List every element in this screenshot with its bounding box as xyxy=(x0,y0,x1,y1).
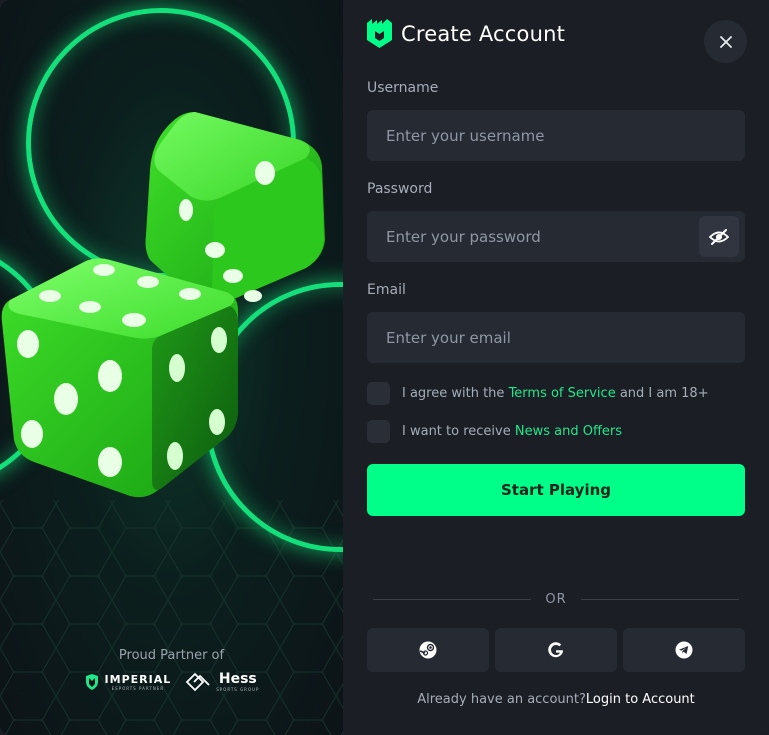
hess-tagline: SPORTS GROUP xyxy=(216,687,260,692)
castle-logo-icon xyxy=(367,19,392,48)
imperial-shield-icon xyxy=(85,674,98,690)
partner-logos: IMPERIAL ESPORTS PARTNER Hess SPORTS GRO… xyxy=(0,671,343,693)
back-die xyxy=(145,112,325,306)
partner-label: Proud Partner of xyxy=(118,648,225,663)
password-field-wrap xyxy=(367,211,745,262)
partner-section: Proud Partner of IMPERIAL ESPORTS PARTNE… xyxy=(0,648,343,693)
close-icon xyxy=(719,35,732,48)
steam-icon xyxy=(419,641,437,659)
google-login-button[interactable] xyxy=(495,628,617,672)
terms-of-service-link[interactable]: Terms of Service xyxy=(509,386,616,401)
steam-login-button[interactable] xyxy=(367,628,489,672)
password-label: Password xyxy=(367,181,433,197)
login-prompt: Already have an account? xyxy=(417,692,586,707)
toggle-password-visibility-button[interactable] xyxy=(699,216,739,257)
imperial-name: IMPERIAL xyxy=(104,672,172,686)
news-prefix: I want to receive xyxy=(402,424,511,439)
email-field-wrap xyxy=(367,312,745,363)
username-label: Username xyxy=(367,80,439,96)
start-playing-button[interactable]: Start Playing xyxy=(367,464,745,516)
create-account-modal: Proud Partner of IMPERIAL ESPORTS PARTNE… xyxy=(0,0,769,735)
imperial-tagline: ESPORTS PARTNER xyxy=(111,685,165,691)
signup-form: Create Account Username Password Email xyxy=(343,0,769,735)
hess-mark-icon xyxy=(185,672,210,692)
front-die xyxy=(1,258,238,498)
hess-logo: Hess SPORTS GROUP xyxy=(185,671,259,693)
close-button[interactable] xyxy=(704,20,747,63)
news-and-offers-link[interactable]: News and Offers xyxy=(515,424,622,439)
google-icon xyxy=(548,642,564,658)
telegram-icon xyxy=(675,641,693,659)
email-input[interactable] xyxy=(367,312,745,363)
username-input[interactable] xyxy=(367,110,745,161)
terms-text: I agree with the Terms of Service and I … xyxy=(402,386,709,401)
or-divider: OR xyxy=(373,590,740,608)
form-title: Create Account xyxy=(401,21,566,46)
hero-panel: Proud Partner of IMPERIAL ESPORTS PARTNE… xyxy=(0,0,343,735)
telegram-login-button[interactable] xyxy=(623,628,745,672)
login-to-account-link[interactable]: Login to Account xyxy=(586,692,695,707)
imperial-logo: IMPERIAL ESPORTS PARTNER xyxy=(84,674,172,691)
email-label: Email xyxy=(367,282,406,298)
password-input[interactable] xyxy=(367,211,745,262)
eye-off-icon xyxy=(709,228,729,245)
terms-checkbox[interactable] xyxy=(367,382,390,405)
divider-line-left xyxy=(373,598,532,600)
terms-row: I agree with the Terms of Service and I … xyxy=(367,382,709,405)
hess-name: Hess xyxy=(218,671,257,687)
username-field-wrap xyxy=(367,110,745,161)
news-row: I want to receive News and Offers xyxy=(367,420,622,443)
terms-prefix: I agree with the xyxy=(402,386,505,401)
form-header: Create Account xyxy=(367,19,565,48)
news-checkbox[interactable] xyxy=(367,420,390,443)
login-prompt-row: Already have an account?Login to Account xyxy=(343,692,769,707)
or-label: OR xyxy=(545,591,567,607)
dice-illustration xyxy=(1,112,325,498)
terms-suffix: and I am 18+ xyxy=(619,386,709,401)
news-text: I want to receive News and Offers xyxy=(402,424,622,439)
divider-line-right xyxy=(580,598,740,600)
